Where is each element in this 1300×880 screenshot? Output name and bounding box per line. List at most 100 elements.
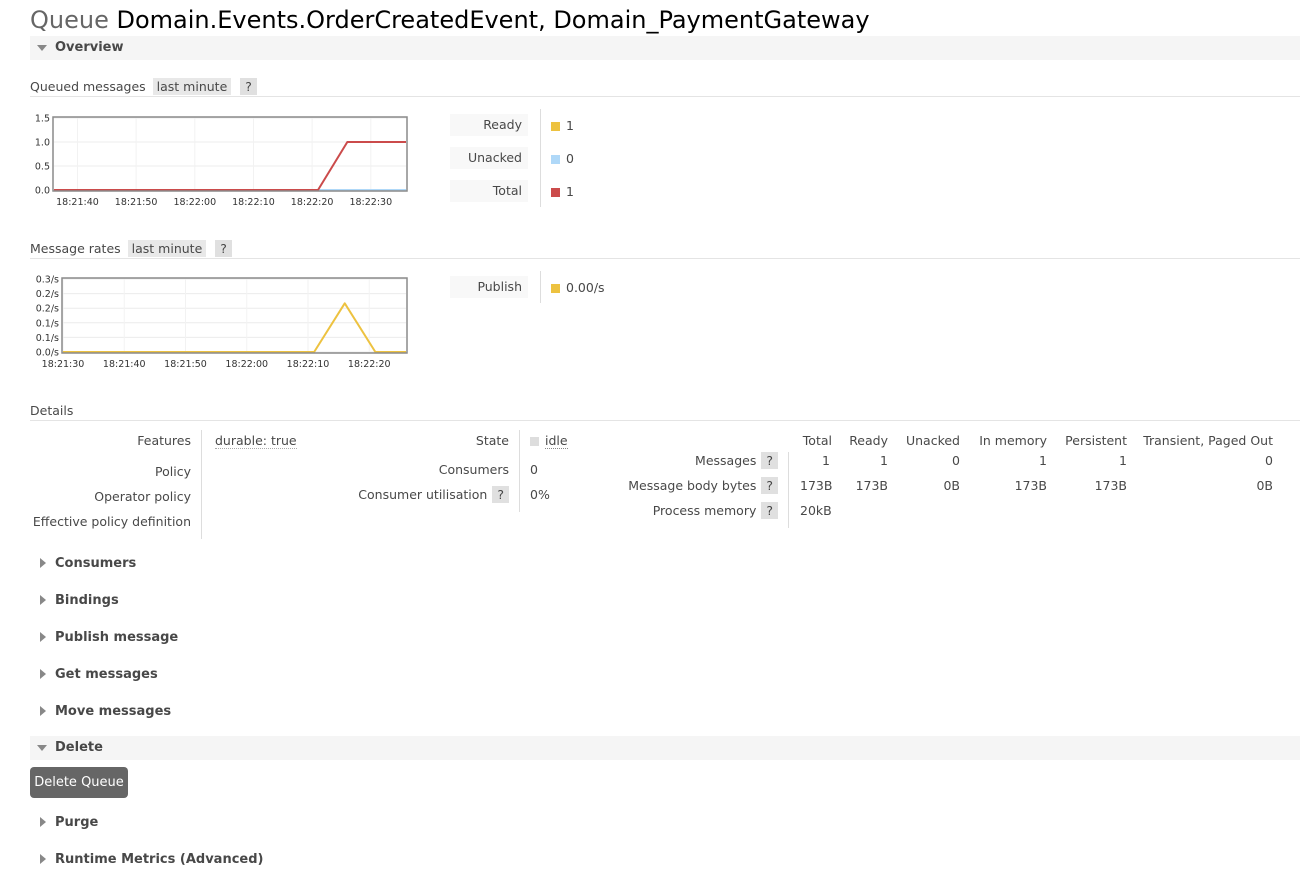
legend-unacked: Unacked [450,147,528,169]
y-tick-label: 0.0 [35,186,50,197]
messages-label-text: Messages [695,453,757,468]
queued-range-selector[interactable]: last minute [152,78,232,95]
triangle-down-icon [37,45,47,51]
overview-section-header[interactable]: Overview [30,36,1300,60]
triangle-right-icon [40,558,46,568]
process-memory-help-button[interactable]: ? [761,502,778,519]
consumers-value: 0 [530,462,538,477]
y-tick-label: 0.1/s [36,333,59,344]
messages-row-label: Messages? [600,452,778,469]
table-cell: 0B [943,478,960,493]
process-memory-label-text: Process memory [652,503,757,518]
legend-total-label: Total [492,183,522,198]
consumers-section-label: Consumers [55,556,137,571]
divider [30,96,1300,97]
features-label: Features [137,433,191,448]
table-cell: 0 [1265,453,1273,468]
table-cell: 173B [855,478,888,493]
y-tick-label: 0.1/s [36,318,59,329]
y-tick-label: 1.0 [35,138,50,149]
publish-message-section-header[interactable]: Publish message [30,628,330,648]
x-tick-label: 18:21:30 [42,359,85,370]
runtime-section-label: Runtime Metrics (Advanced) [55,852,264,867]
operator-policy-label: Operator policy [94,489,191,504]
consumers-section-header[interactable]: Consumers [30,554,330,574]
runtime-metrics-section-header[interactable]: Runtime Metrics (Advanced) [30,850,330,870]
delete-queue-button[interactable]: Delete Queue [30,767,128,798]
y-tick-label: 0.5 [35,162,50,173]
delete-section-header[interactable]: Delete [30,736,1300,760]
table-cell: 173B [1014,478,1047,493]
details-divider [519,430,520,512]
table-cell: 0 [952,453,960,468]
policy-label: Policy [155,464,191,479]
get-messages-section-header[interactable]: Get messages [30,665,330,685]
triangle-right-icon [40,817,46,827]
table-header-ready: Ready [849,433,888,448]
consumers-label: Consumers [438,462,509,477]
total-swatch [551,188,560,197]
process-memory-row-label: Process memory? [600,502,778,519]
y-tick-label: 1.5 [35,114,50,125]
details-divider [201,430,202,539]
legend-total-value: 1 [551,184,574,199]
publish-section-label: Publish message [55,630,179,645]
x-tick-label: 18:22:00 [173,197,216,208]
queued-messages-heading: Queued messages last minute ? [30,78,257,95]
legend-ready: Ready [450,114,528,136]
state-value: idle [530,433,568,449]
legend-unacked-value: 0 [551,151,574,166]
publish-value: 0.00/s [566,280,605,295]
y-tick-label: 0.0/s [36,348,59,359]
table-cell: 1 [880,453,888,468]
consumer-utilisation-text: Consumer utilisation [358,487,488,502]
queue-name: Domain.Events.OrderCreatedEvent, Domain_… [116,6,870,34]
body-bytes-help-button[interactable]: ? [761,477,778,494]
details-heading: Details [30,403,74,418]
table-header-persistent: Persistent [1065,433,1127,448]
utilisation-value: 0% [530,487,550,502]
move-section-label: Move messages [55,704,172,719]
get-section-label: Get messages [55,667,158,682]
queued-help-button[interactable]: ? [240,78,257,95]
legend-divider [540,271,541,303]
triangle-right-icon [40,669,46,679]
bindings-section-header[interactable]: Bindings [30,591,330,611]
body-bytes-label-text: Message body bytes [628,478,757,493]
table-cell: 0B [1256,478,1273,493]
x-tick-label: 18:22:10 [232,197,275,208]
table-header-in-memory: In memory [979,433,1047,448]
move-messages-section-header[interactable]: Move messages [30,702,330,722]
triangle-right-icon [40,706,46,716]
message-rates-heading: Message rates last minute ? [30,240,232,257]
legend-ready-label: Ready [483,117,522,132]
legend-divider [540,109,541,207]
rates-help-button[interactable]: ? [215,240,232,257]
triangle-right-icon [40,632,46,642]
y-tick-label: 0.2/s [36,304,59,315]
y-tick-label: 0.2/s [36,289,59,300]
table-cell: 173B [1094,478,1127,493]
plot-frame [52,116,408,192]
table-cell: 1 [822,453,830,468]
legend-publish-value: 0.00/s [551,280,605,295]
purge-section-label: Purge [55,815,99,830]
series-line-publish [63,302,406,353]
unacked-swatch [551,155,560,164]
utilisation-help-button[interactable]: ? [492,486,509,503]
y-tick-label: 0.3/s [36,275,59,286]
legend-publish: Publish [450,276,528,298]
queued-messages-title: Queued messages [30,79,146,94]
table-header-transient: Transient, Paged Out [1143,433,1273,448]
delete-section-label: Delete [55,740,103,755]
x-tick-label: 18:22:10 [287,359,330,370]
rates-range-selector[interactable]: last minute [127,240,207,257]
legend-total: Total [450,180,528,202]
state-text: idle [545,433,568,449]
page-kind: Queue [30,6,109,34]
purge-section-header[interactable]: Purge [30,813,330,833]
messages-help-button[interactable]: ? [761,452,778,469]
legend-ready-value: 1 [551,118,574,133]
x-tick-label: 18:21:50 [115,197,158,208]
x-tick-label: 18:22:20 [291,197,334,208]
